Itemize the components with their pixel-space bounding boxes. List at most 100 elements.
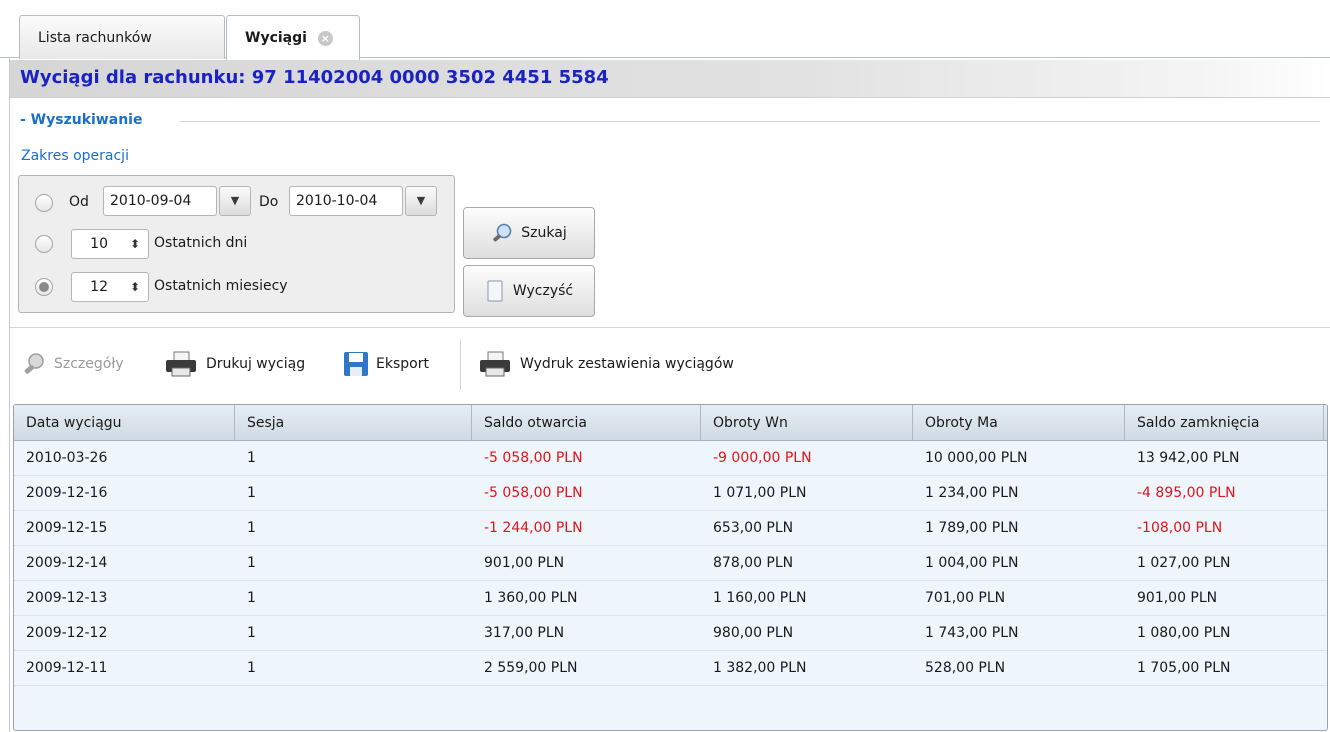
clear-button-label: Wyczyść bbox=[512, 283, 574, 299]
range-label: Zakres operacji bbox=[21, 148, 129, 164]
cell-debit: 878,00 PLN bbox=[713, 555, 794, 571]
tab-label: Lista rachunków bbox=[38, 30, 152, 46]
cell-credit: 1 004,00 PLN bbox=[925, 555, 1019, 571]
toolbar-separator bbox=[460, 340, 461, 390]
header-bar: Wyciągi dla rachunku: 97 11402004 0000 3… bbox=[10, 60, 1330, 98]
table-row[interactable]: 2010-03-26 1 -5 058,00 PLN -9 000,00 PLN 10 … bbox=[14, 441, 1327, 476]
range-box: Od 2010-09-04 ▼ Do 2010-10-04 ▼ 10 ⬍ Ost… bbox=[18, 175, 455, 313]
table-row[interactable]: 2009-12-11 1 2 559,00 PLN 1 382,00 PLN 528,0… bbox=[14, 651, 1327, 686]
export-label: Eksport bbox=[376, 356, 429, 372]
cell-closing-balance: -108,00 PLN bbox=[1137, 520, 1223, 536]
cell-date: 2009-12-16 bbox=[26, 485, 108, 501]
cell-closing-balance: -4 895,00 PLN bbox=[1137, 485, 1236, 501]
cell-credit: 10 000,00 PLN bbox=[925, 450, 1028, 466]
cell-opening-balance: -1 244,00 PLN bbox=[484, 520, 583, 536]
print-summary-label: Wydruk zestawienia wyciągów bbox=[520, 356, 734, 372]
cell-credit: 1 234,00 PLN bbox=[925, 485, 1019, 501]
cell-opening-balance: 901,00 PLN bbox=[484, 555, 565, 571]
spinner-icon[interactable]: ⬍ bbox=[130, 230, 140, 258]
table-row[interactable]: 2009-12-12 1 317,00 PLN 980,00 PLN 1 743,00 … bbox=[14, 616, 1327, 651]
cell-session: 1 bbox=[247, 450, 256, 466]
column-header-debit[interactable]: Obroty Wn bbox=[701, 405, 913, 441]
details-button[interactable]: Szczegóły bbox=[22, 344, 124, 384]
months-stepper[interactable]: 12 ⬍ bbox=[71, 272, 149, 302]
date-from-field[interactable]: 2010-09-04 bbox=[103, 186, 217, 216]
date-to-dropdown-button[interactable]: ▼ bbox=[405, 186, 437, 216]
cell-closing-balance: 13 942,00 PLN bbox=[1137, 450, 1240, 466]
cell-credit: 1 743,00 PLN bbox=[925, 625, 1019, 641]
od-label: Od bbox=[69, 194, 89, 210]
details-label: Szczegóły bbox=[54, 356, 124, 372]
cell-debit: 1 071,00 PLN bbox=[713, 485, 807, 501]
tab-lista-rachunkow[interactable]: Lista rachunków bbox=[19, 15, 225, 59]
tab-wyciagi[interactable]: Wyciągi × bbox=[226, 15, 360, 60]
column-header-closing-balance[interactable]: Saldo zamknięcia bbox=[1125, 405, 1324, 441]
date-from-dropdown-button[interactable]: ▼ bbox=[219, 186, 251, 216]
days-label: Ostatnich dni bbox=[154, 235, 248, 251]
cell-session: 1 bbox=[247, 520, 256, 536]
do-label: Do bbox=[259, 194, 279, 210]
cell-date: 2009-12-13 bbox=[26, 590, 108, 606]
cell-date: 2009-12-11 bbox=[26, 660, 108, 676]
cell-date: 2010-03-26 bbox=[26, 450, 108, 466]
tab-label: Wyciągi bbox=[245, 30, 307, 46]
cell-debit: -9 000,00 PLN bbox=[713, 450, 812, 466]
print-statement-label: Drukuj wyciąg bbox=[206, 356, 306, 372]
cell-opening-balance: -5 058,00 PLN bbox=[484, 485, 583, 501]
cell-session: 1 bbox=[247, 590, 256, 606]
search-button[interactable]: Szukaj bbox=[463, 207, 595, 259]
cell-debit: 653,00 PLN bbox=[713, 520, 794, 536]
cell-debit: 980,00 PLN bbox=[713, 625, 794, 641]
cell-credit: 701,00 PLN bbox=[925, 590, 1006, 606]
cell-credit: 528,00 PLN bbox=[925, 660, 1006, 676]
cell-session: 1 bbox=[247, 485, 256, 501]
cell-opening-balance: 317,00 PLN bbox=[484, 625, 565, 641]
cell-closing-balance: 901,00 PLN bbox=[1137, 590, 1218, 606]
table-row[interactable]: 2009-12-13 1 1 360,00 PLN 1 160,00 PLN 701,0… bbox=[14, 581, 1327, 616]
table-header: Data wyciągu Sesja Saldo otwarcia Obroty… bbox=[14, 405, 1327, 441]
save-icon bbox=[344, 352, 368, 376]
print-summary-button[interactable]: Wydruk zestawienia wyciągów bbox=[478, 344, 734, 384]
months-value: 12 bbox=[90, 279, 108, 295]
tab-bar: Lista rachunków Wyciągi × bbox=[0, 0, 1330, 60]
column-header-date[interactable]: Data wyciągu bbox=[14, 405, 235, 441]
chevron-down-icon: ▼ bbox=[230, 194, 240, 207]
spinner-icon[interactable]: ⬍ bbox=[130, 273, 140, 301]
close-icon[interactable]: × bbox=[317, 30, 333, 46]
clear-button[interactable]: Wyczyść bbox=[463, 265, 595, 317]
search-icon bbox=[493, 223, 512, 242]
search-section-toggle[interactable]: - Wyszukiwanie bbox=[20, 112, 142, 128]
cell-date: 2009-12-14 bbox=[26, 555, 108, 571]
radio-last-months[interactable] bbox=[35, 278, 53, 296]
divider bbox=[10, 327, 1330, 328]
printer-icon bbox=[166, 351, 196, 377]
cell-opening-balance: 2 559,00 PLN bbox=[484, 660, 578, 676]
days-stepper[interactable]: 10 ⬍ bbox=[71, 229, 149, 259]
cell-debit: 1 382,00 PLN bbox=[713, 660, 807, 676]
radio-last-days[interactable] bbox=[35, 235, 53, 253]
cell-debit: 1 160,00 PLN bbox=[713, 590, 807, 606]
table-row[interactable]: 2009-12-16 1 -5 058,00 PLN 1 071,00 PLN 1 23… bbox=[14, 476, 1327, 511]
column-header-opening-balance[interactable]: Saldo otwarcia bbox=[472, 405, 701, 441]
search-button-label: Szukaj bbox=[521, 225, 567, 241]
page-title: Wyciągi dla rachunku: 97 11402004 0000 3… bbox=[20, 67, 609, 88]
column-header-credit[interactable]: Obroty Ma bbox=[913, 405, 1125, 441]
date-to-field[interactable]: 2010-10-04 bbox=[289, 186, 403, 216]
cell-opening-balance: 1 360,00 PLN bbox=[484, 590, 578, 606]
table-row[interactable]: 2009-12-14 1 901,00 PLN 878,00 PLN 1 004,00 … bbox=[14, 546, 1327, 581]
cell-date: 2009-12-15 bbox=[26, 520, 108, 536]
statements-table: Data wyciągu Sesja Saldo otwarcia Obroty… bbox=[13, 404, 1328, 731]
print-statement-button[interactable]: Drukuj wyciąg bbox=[164, 344, 305, 384]
table-row[interactable]: 2009-12-15 1 -1 244,00 PLN 653,00 PLN 1 789,… bbox=[14, 511, 1327, 546]
cell-session: 1 bbox=[247, 555, 256, 571]
column-header-session[interactable]: Sesja bbox=[235, 405, 472, 441]
cell-session: 1 bbox=[247, 660, 256, 676]
days-value: 10 bbox=[90, 236, 108, 252]
export-button[interactable]: Eksport bbox=[342, 344, 429, 384]
radio-date-range[interactable] bbox=[35, 194, 53, 212]
divider bbox=[180, 121, 1320, 122]
printer-icon bbox=[480, 351, 510, 377]
magnifier-icon bbox=[24, 353, 44, 374]
chevron-down-icon: ▼ bbox=[416, 194, 426, 207]
cell-closing-balance: 1 080,00 PLN bbox=[1137, 625, 1231, 641]
